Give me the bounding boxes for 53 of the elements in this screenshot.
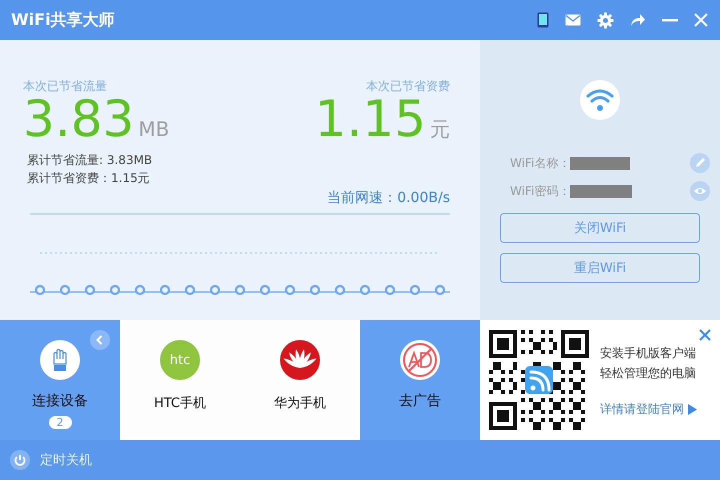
power-icon[interactable] bbox=[10, 450, 30, 470]
device-count: 2 bbox=[48, 416, 72, 429]
petal-logo-icon bbox=[280, 340, 320, 380]
graph-point bbox=[384, 284, 396, 296]
website-link[interactable]: 详情请登陆官网 bbox=[600, 400, 684, 418]
htc-logo: htc bbox=[160, 340, 200, 380]
no-ads-icon bbox=[400, 340, 440, 380]
wifi-field-label: WiFi密码： bbox=[510, 182, 570, 200]
total-savings-text: 累计节省资费：1.15元 bbox=[27, 170, 151, 187]
graph-point bbox=[434, 284, 446, 296]
settings-icon[interactable] bbox=[597, 12, 614, 28]
tile-label: 连接设备 bbox=[32, 392, 88, 410]
promo-text: 安装手机版客户端 bbox=[600, 344, 697, 362]
total-savings-text: 累计节省流量: 3.83MB bbox=[27, 152, 154, 169]
minimize-icon[interactable] bbox=[662, 18, 678, 22]
traffic-unit: MB bbox=[138, 117, 170, 141]
chevron-left-icon[interactable] bbox=[90, 330, 110, 350]
graph-point bbox=[34, 284, 46, 296]
graph-point bbox=[84, 284, 96, 296]
graph-point bbox=[134, 284, 146, 296]
phone-icon[interactable] bbox=[537, 12, 549, 28]
graph-point bbox=[310, 284, 320, 296]
close-icon[interactable] bbox=[699, 329, 711, 341]
tile-label: HTC手机 bbox=[154, 395, 206, 412]
graph-point bbox=[360, 284, 370, 296]
mail-icon[interactable] bbox=[565, 14, 581, 26]
graph-point bbox=[210, 284, 220, 296]
play-arrow-icon[interactable] bbox=[688, 404, 697, 414]
pencil-icon[interactable] bbox=[690, 153, 710, 173]
tile-label: 华为手机 bbox=[274, 395, 326, 412]
graph-point bbox=[410, 284, 420, 296]
shortcut-tile[interactable]: 连接设备 2 bbox=[0, 320, 120, 440]
graph-point bbox=[110, 284, 120, 296]
wifi-field-label: WiFi名称： bbox=[510, 154, 570, 172]
tile-label: 去广告 bbox=[399, 392, 441, 410]
hand-icon bbox=[40, 340, 80, 380]
graph-point bbox=[184, 284, 196, 296]
window-title: WiFi共享大师 bbox=[11, 10, 115, 30]
share-arrow-icon[interactable] bbox=[630, 13, 646, 27]
shortcut-tile[interactable]: 去广告 bbox=[360, 320, 480, 440]
graph-point bbox=[60, 284, 70, 296]
eye-icon[interactable] bbox=[690, 181, 710, 201]
redacted-value bbox=[570, 156, 630, 170]
graph-point bbox=[160, 284, 170, 296]
cost-unit: 元 bbox=[430, 116, 450, 143]
graph-point bbox=[234, 284, 246, 296]
graph-point bbox=[334, 284, 346, 296]
graph-point bbox=[260, 284, 270, 296]
graph-point bbox=[284, 284, 296, 296]
network-speed-text: 当前网速：0.00B/s bbox=[327, 189, 450, 207]
promo-text: 轻松管理您的电脑 bbox=[600, 364, 697, 382]
wifi-icon bbox=[580, 80, 620, 120]
redacted-value bbox=[570, 184, 632, 198]
